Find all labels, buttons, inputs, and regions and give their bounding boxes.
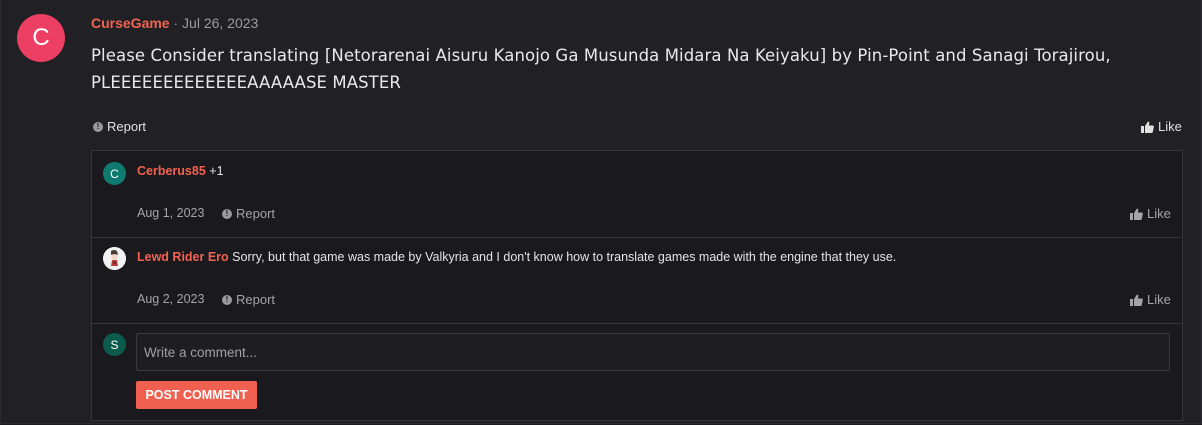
report-label: Report (236, 206, 276, 221)
post-body-line: PLEEEEEEEEEEEEEAAAAASE MASTER (91, 73, 401, 92)
info-icon: ! (93, 121, 103, 132)
thumbs-up-icon (1141, 121, 1154, 133)
reply-author-link[interactable]: Lewd Rider Ero (137, 250, 229, 264)
reply-item: Lewd Rider Ero Sorry, but that game was … (92, 237, 1182, 324)
character-avatar-icon (103, 247, 126, 270)
reply-avatar[interactable] (103, 247, 126, 270)
post-body-line: Please Consider translating [Netorarenai… (91, 46, 1111, 65)
reply-date: Aug 1, 2023 (137, 206, 205, 220)
post-date: Jul 26, 2023 (182, 15, 259, 31)
report-label: Report (236, 292, 276, 307)
post-author-link[interactable]: CurseGame (91, 15, 170, 31)
avatar[interactable]: C (17, 14, 65, 62)
reply-content: Lewd Rider Ero Sorry, but that game was … (137, 250, 896, 264)
info-icon: ! (222, 294, 232, 305)
post-comment-button[interactable]: POST COMMENT (136, 381, 257, 409)
reply-text: Sorry, but that game was made by Valkyri… (232, 250, 897, 264)
replies-panel: C Cerberus85 +1 Aug 1, 2023 ! Report Lik… (91, 150, 1183, 421)
info-icon: ! (222, 208, 232, 219)
comment-thread: C CurseGame · Jul 26, 2023 Please Consid… (0, 0, 1202, 424)
thumbs-up-icon (1130, 208, 1143, 220)
current-user-avatar: S (103, 333, 126, 356)
post-meta: CurseGame · Jul 26, 2023 (91, 15, 258, 31)
reply-content: Cerberus85 +1 (137, 164, 224, 178)
comment-input[interactable] (137, 334, 1169, 370)
like-label: Like (1147, 292, 1171, 307)
report-button[interactable]: ! Report (93, 119, 146, 134)
like-button[interactable]: Like (1141, 119, 1182, 134)
reply-like-button[interactable]: Like (1130, 206, 1171, 221)
post-body: Please Consider translating [Netorarenai… (91, 42, 1191, 96)
meta-separator: · (173, 15, 179, 31)
reply-text: +1 (209, 164, 224, 178)
reply-like-button[interactable]: Like (1130, 292, 1171, 307)
reply-author-link[interactable]: Cerberus85 (137, 164, 206, 178)
reply-report-button[interactable]: ! Report (222, 206, 275, 221)
reply-item: C Cerberus85 +1 Aug 1, 2023 ! Report Lik… (92, 151, 1182, 238)
like-label: Like (1158, 119, 1182, 134)
reply-avatar[interactable]: C (103, 162, 126, 185)
like-label: Like (1147, 206, 1171, 221)
thumbs-up-icon (1130, 294, 1143, 306)
comment-input-wrapper (136, 333, 1170, 371)
report-label: Report (107, 119, 147, 134)
reply-date: Aug 2, 2023 (137, 292, 205, 306)
reply-report-button[interactable]: ! Report (222, 292, 275, 307)
